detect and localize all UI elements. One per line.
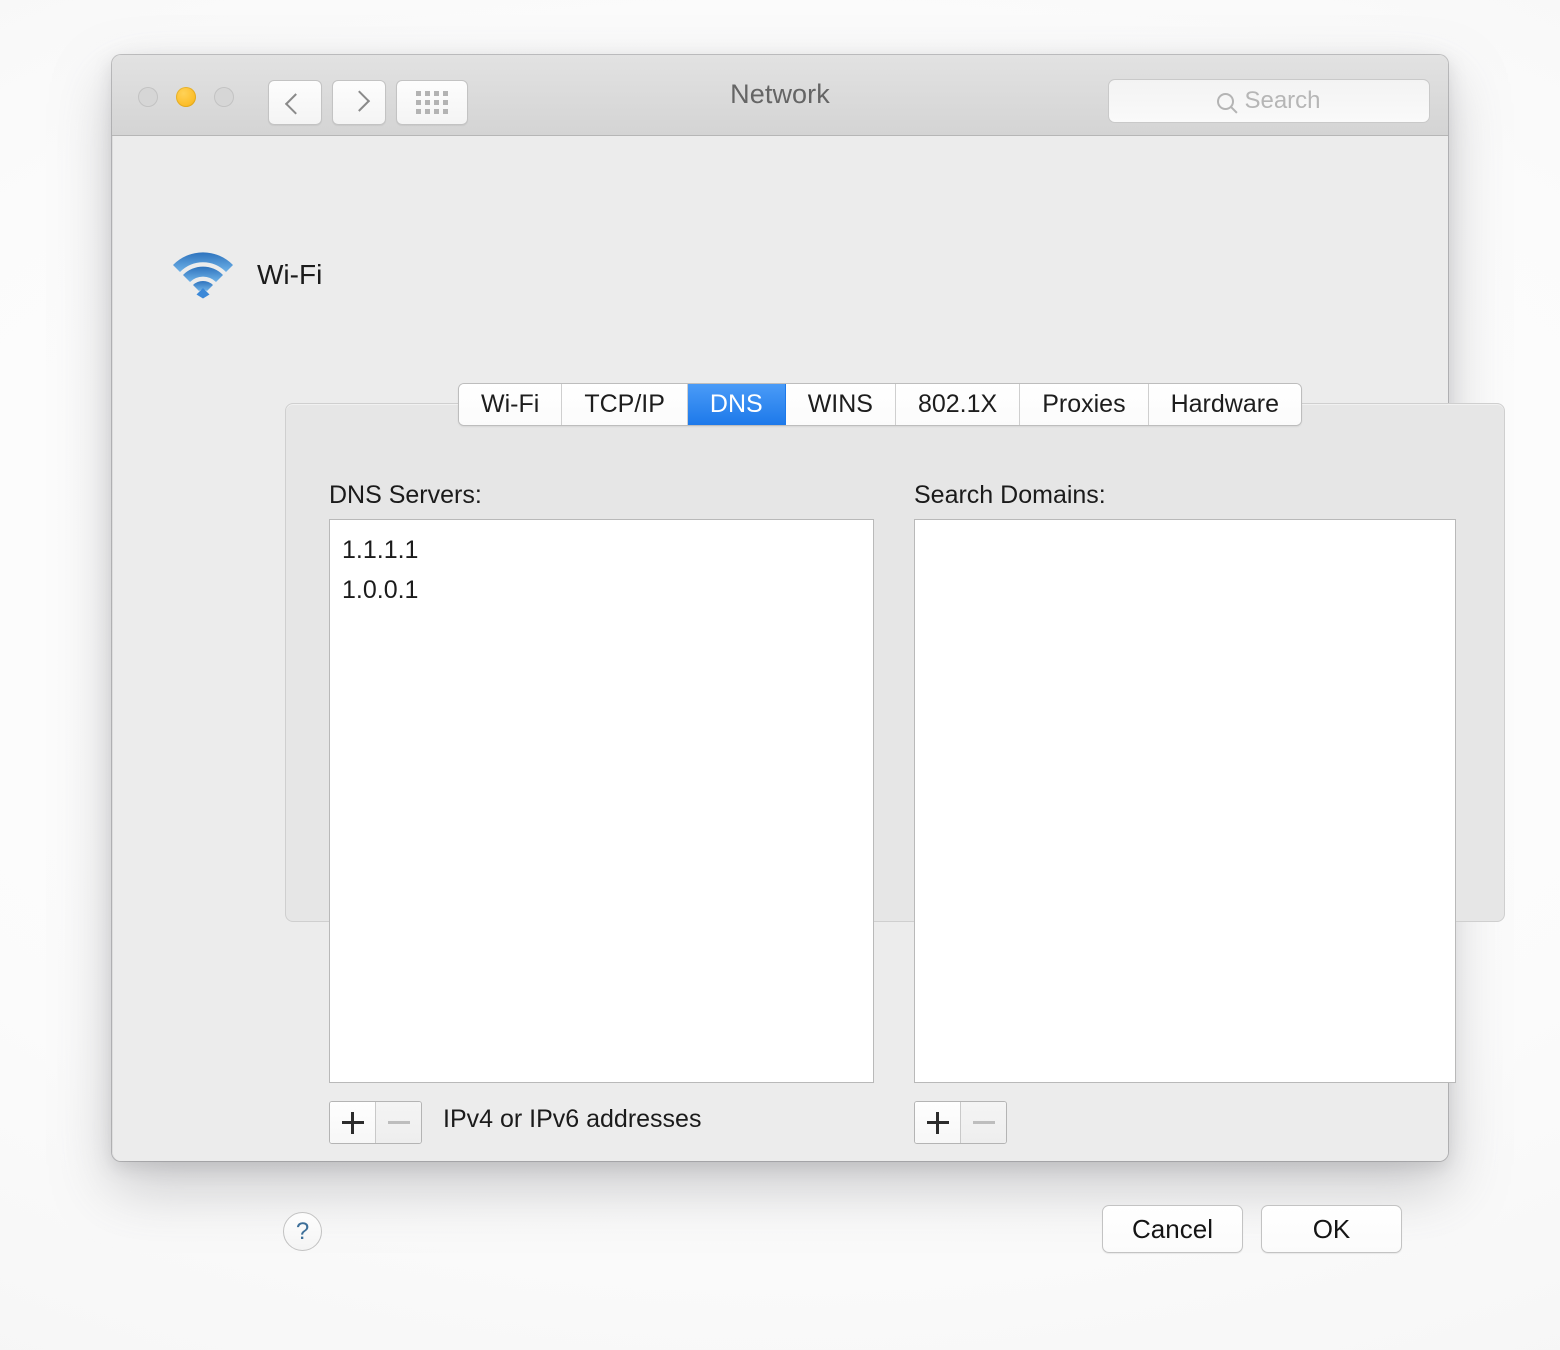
- network-preferences-window: Network Search Wi-Fi Wi-Fi TCP/IP DNS WI…: [112, 55, 1505, 1253]
- minus-icon: [972, 1121, 995, 1124]
- tab-tcpip[interactable]: TCP/IP: [562, 384, 688, 425]
- help-button[interactable]: ?: [283, 1212, 322, 1251]
- search-icon: [1217, 92, 1235, 110]
- dns-servers-add-button[interactable]: [330, 1102, 375, 1143]
- dns-servers-list[interactable]: 1.1.1.1 1.0.0.1: [329, 519, 874, 1083]
- minus-icon: [387, 1121, 410, 1124]
- ok-button[interactable]: OK: [1261, 1205, 1402, 1253]
- settings-tabbar: Wi-Fi TCP/IP DNS WINS 802.1X Proxies Har…: [458, 383, 1302, 426]
- plus-icon: [341, 1111, 364, 1134]
- dns-servers-hint: IPv4 or IPv6 addresses: [443, 1105, 702, 1133]
- search-field[interactable]: Search: [1108, 79, 1430, 123]
- wifi-icon: [173, 252, 233, 299]
- search-domains-add-remove-control: [914, 1101, 1007, 1144]
- search-domains-remove-button: [960, 1102, 1006, 1143]
- tab-wifi[interactable]: Wi-Fi: [459, 384, 563, 425]
- search-domains-label: Search Domains:: [914, 481, 1106, 509]
- tab-dns[interactable]: DNS: [687, 384, 786, 425]
- window-titlebar: Network Search: [112, 55, 1448, 136]
- dns-servers-add-remove-control: [329, 1101, 422, 1144]
- list-item[interactable]: 1.1.1.1: [330, 530, 873, 570]
- service-name-label: Wi-Fi: [257, 259, 323, 290]
- tab-proxies[interactable]: Proxies: [1020, 384, 1149, 425]
- dialog-buttons: Cancel OK: [1102, 1205, 1402, 1253]
- search-placeholder: Search: [1244, 87, 1321, 114]
- service-header: Wi-Fi: [171, 251, 322, 299]
- search-domains-list[interactable]: [914, 519, 1456, 1083]
- tab-hardware[interactable]: Hardware: [1148, 384, 1301, 425]
- tab-wins[interactable]: WINS: [785, 384, 896, 425]
- tab-8021x[interactable]: 802.1X: [895, 384, 1021, 425]
- plus-icon: [926, 1111, 949, 1134]
- cancel-button[interactable]: Cancel: [1102, 1205, 1243, 1253]
- dns-servers-label: DNS Servers:: [329, 481, 482, 509]
- search-domains-add-button[interactable]: [915, 1102, 960, 1143]
- dns-servers-remove-button: [375, 1102, 421, 1143]
- list-item[interactable]: 1.0.0.1: [330, 570, 873, 610]
- window-content: Wi-Fi Wi-Fi TCP/IP DNS WINS 802.1X Proxi…: [112, 136, 1505, 1253]
